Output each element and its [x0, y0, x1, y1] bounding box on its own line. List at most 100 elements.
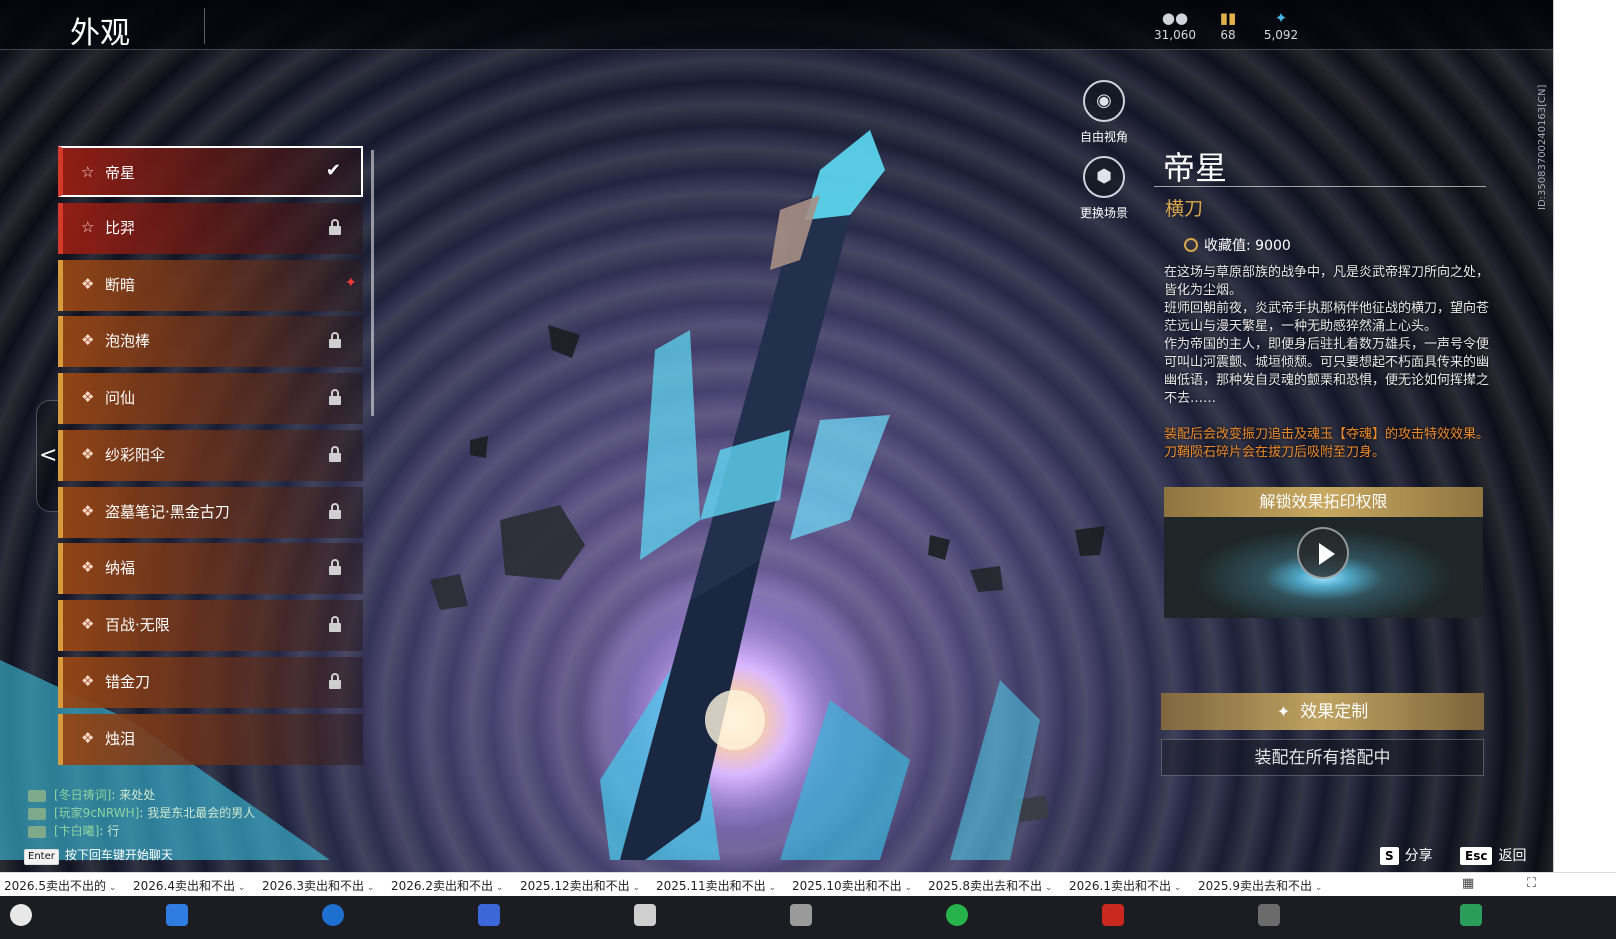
chat-text: 来处处	[119, 788, 156, 802]
taskbar-app-icon[interactable]	[10, 904, 32, 926]
chat-channel-icon	[28, 789, 46, 802]
chat-sender[interactable]: [冬日祷词]	[54, 788, 111, 802]
chevron-left-icon: <	[39, 443, 58, 468]
bookmark-folder[interactable]: 2025.8卖出去和不出	[928, 877, 1052, 894]
taskbar-app-icon[interactable]	[1258, 904, 1280, 926]
list-item-label: 泡泡棒	[105, 332, 151, 350]
title-divider	[1154, 186, 1486, 187]
cross-blades-icon: ❖	[81, 558, 95, 576]
collapse-list-button[interactable]: <	[36, 400, 58, 512]
list-item-cuojindao[interactable]: ❖ 错金刀	[58, 657, 363, 708]
effect-preview-video[interactable]: 解锁效果拓印权限	[1164, 487, 1483, 618]
lock-icon	[329, 389, 341, 405]
lock-icon	[329, 503, 341, 519]
list-item-label: 百战·无限	[105, 616, 170, 634]
chat-sender[interactable]: [玩家9cNRWH]	[54, 806, 139, 820]
bookmark-folder[interactable]: 2025.9卖出去和不出	[1198, 877, 1322, 894]
bookmark-bar: 2026.5卖出不出的 2026.4卖出和不出 2026.3卖出和不出 2026…	[0, 872, 1616, 896]
effect-customize-label: 效果定制	[1300, 702, 1369, 722]
list-item-heijinguodao[interactable]: ❖ 盗墓笔记·黑金古刀	[58, 487, 363, 538]
change-scene-button[interactable]: ⬢ 更换场景	[1072, 156, 1136, 221]
bookmark-folder[interactable]: 2026.4卖出和不出	[133, 877, 245, 894]
bookmark-folder[interactable]: 2026.2卖出和不出	[391, 877, 503, 894]
esc-key-icon: Esc	[1460, 847, 1493, 865]
list-item-wenxian[interactable]: ❖ 问仙	[58, 373, 363, 424]
cross-blades-icon: ❖	[81, 672, 95, 690]
collect-icon	[1184, 238, 1198, 252]
list-item-paopaobang[interactable]: ❖ 泡泡棒	[58, 316, 363, 367]
checkmark-icon: ✔	[325, 160, 341, 181]
list-scrollbar[interactable]	[371, 150, 374, 416]
list-item-zhulei[interactable]: ❖ 烛泪	[58, 714, 363, 765]
list-item-dixing[interactable]: ☆ 帝星 ✔	[58, 146, 363, 197]
item-description-text: 在这场与草原部族的战争中，凡是炎武帝挥刀所向之处，皆化为尘烟。 班师回朝前夜，炎…	[1164, 265, 1490, 406]
cube-icon: ⬢	[1083, 156, 1125, 198]
currency-feathers[interactable]: ✦ 5,092	[1251, 8, 1311, 42]
list-item-duanan[interactable]: ❖ 断暗 ✦	[58, 260, 363, 311]
video-title: 解锁效果拓印权限	[1164, 487, 1483, 517]
cross-blades-icon: ❖	[81, 388, 95, 406]
taskbar	[0, 896, 1616, 939]
back-hotkey[interactable]: Esc 返回	[1460, 845, 1526, 865]
lock-icon	[329, 559, 341, 575]
taskbar-app-icon[interactable]	[790, 904, 812, 926]
list-item-nafu[interactable]: ❖ 纳福	[58, 543, 363, 594]
currency-coins[interactable]: ●● 31,060	[1145, 8, 1205, 42]
taskbar-app-icon[interactable]	[322, 904, 344, 926]
free-view-label: 自由视角	[1079, 130, 1128, 144]
chat-log: [冬日祷词]: 来处处 [玩家9cNRWH]: 我是东北最会的男人 [卞白曦]:…	[28, 786, 348, 840]
item-description: 在这场与草原部族的战争中，凡是炎武帝挥刀所向之处，皆化为尘烟。 班师回朝前夜，炎…	[1164, 264, 1492, 408]
play-icon[interactable]	[1297, 527, 1349, 579]
list-item-label: 烛泪	[105, 730, 136, 748]
feather-icon: ✦	[1274, 9, 1288, 27]
cross-blades-icon: ❖	[81, 445, 95, 463]
bookmark-folder[interactable]: 2026.3卖出和不出	[262, 877, 374, 894]
bookmark-folder[interactable]: 2026.5卖出不出的	[4, 877, 116, 894]
bookmark-folder[interactable]: 2025.11卖出和不出	[656, 877, 776, 894]
bookmark-folder[interactable]: 2026.1卖出和不出	[1069, 877, 1181, 894]
game-viewport[interactable]: 外观 ●● 31,060 ▮▮ 68 ✦ 5,092 < ☆ 帝星 ✔ ☆ 比羿	[0, 0, 1553, 872]
list-item-baizhanwuxian[interactable]: ❖ 百战·无限	[58, 600, 363, 651]
share-label: 分享	[1404, 848, 1433, 864]
bookmark-folder[interactable]: 2025.12卖出和不出	[520, 877, 640, 894]
chat-sender[interactable]: [卞白曦]	[54, 824, 99, 838]
taskbar-app-icon[interactable]	[634, 904, 656, 926]
effect-customize-button[interactable]: ✦ 效果定制	[1161, 693, 1484, 730]
wand-icon: ✦	[1276, 702, 1291, 721]
skin-list[interactable]: ☆ 帝星 ✔ ☆ 比羿 ❖ 断暗 ✦ ❖ 泡泡棒 ❖ 问仙 ❖ 纱彩阳伞 ❖ 盗…	[58, 146, 366, 776]
list-item-label: 问仙	[105, 389, 136, 407]
chat-line: [玩家9cNRWH]: 我是东北最会的男人	[28, 804, 348, 822]
grid-icon[interactable]: ▦	[1462, 876, 1474, 891]
currency-tickets[interactable]: ▮▮ 68	[1198, 8, 1258, 42]
video-thumbnail	[1164, 517, 1483, 618]
lock-icon	[329, 219, 341, 235]
taskbar-app-icon[interactable]	[1102, 904, 1124, 926]
star-icon: ☆	[81, 163, 95, 181]
chat-hint-text: 按下回车键开始聊天	[64, 848, 173, 862]
taskbar-app-icon[interactable]	[166, 904, 188, 926]
currency-feathers-value: 5,092	[1263, 28, 1299, 42]
list-item-shacaiyangsan[interactable]: ❖ 纱彩阳伞	[58, 430, 363, 481]
cross-blades-icon: ❖	[81, 275, 95, 293]
list-item-biyi[interactable]: ☆ 比羿	[58, 203, 363, 254]
bookmark-folder[interactable]: 2025.10卖出和不出	[792, 877, 912, 894]
taskbar-app-icon[interactable]	[946, 904, 968, 926]
free-view-button[interactable]: ◉ 自由视角	[1072, 80, 1136, 145]
list-item-label: 纳福	[105, 559, 136, 577]
equip-status: 装配在所有搭配中	[1161, 739, 1484, 776]
lock-icon	[329, 332, 341, 348]
chat-line: [卞白曦]: 行	[28, 822, 348, 840]
currency-tickets-value: 68	[1220, 28, 1236, 42]
lock-icon	[329, 616, 341, 632]
cross-blades-icon: ❖	[81, 729, 95, 747]
chat-channel-icon	[28, 825, 46, 838]
chat-hint[interactable]: Enter 按下回车键开始聊天	[24, 846, 173, 865]
item-title: 帝星	[1163, 149, 1228, 187]
lock-icon	[329, 446, 341, 462]
page-title: 外观	[70, 16, 130, 51]
share-hotkey[interactable]: S 分享	[1380, 845, 1433, 865]
taskbar-app-icon[interactable]	[1460, 904, 1482, 926]
fullscreen-icon[interactable]: ⛶	[1527, 876, 1536, 891]
taskbar-app-icon[interactable]	[478, 904, 500, 926]
chat-line: [冬日祷词]: 来处处	[28, 786, 348, 804]
